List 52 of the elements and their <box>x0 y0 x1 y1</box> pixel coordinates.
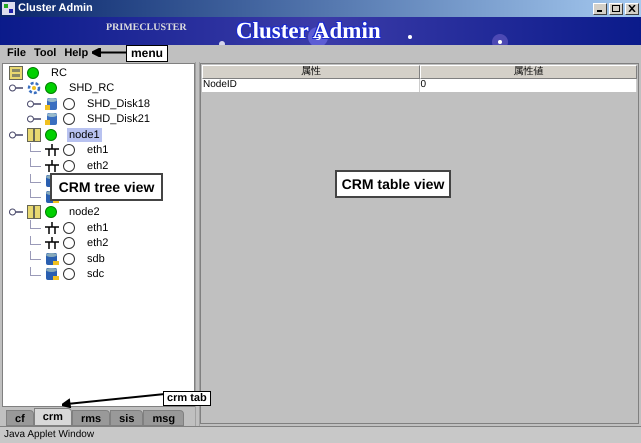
tab[interactable]: msg <box>143 410 184 426</box>
gear-icon <box>27 81 41 96</box>
arrow <box>92 48 126 57</box>
close-icon <box>628 5 636 12</box>
expander-icon[interactable] <box>9 130 23 140</box>
maximize-icon <box>612 5 620 12</box>
minimize-button[interactable] <box>593 2 607 14</box>
expander-icon[interactable] <box>9 83 23 94</box>
tree-item[interactable]: SHD_RC <box>67 81 116 96</box>
tree-connector-icon <box>30 220 41 229</box>
table-cell: 0 <box>420 79 637 92</box>
tree-connector-icon <box>30 189 41 198</box>
menu-item[interactable]: Help <box>64 45 88 62</box>
tree-item[interactable]: node1 <box>67 128 102 142</box>
tab[interactable]: rms <box>72 410 110 426</box>
banner-title: Cluster Admin <box>236 19 381 43</box>
callout-label: menu <box>126 45 168 62</box>
network-icon <box>45 236 59 250</box>
callout-label: CRM tree view <box>50 173 163 201</box>
book-icon <box>27 205 41 220</box>
tree-connector-icon <box>30 251 41 260</box>
tree-item[interactable]: SHD_Disk21 <box>85 112 152 126</box>
tree-connector-icon <box>30 158 41 167</box>
product-name: PRIMECLUSTER <box>106 21 187 35</box>
server-icon <box>9 66 23 80</box>
table-cell: NodeID <box>202 79 420 92</box>
tree-connector-icon <box>30 174 41 182</box>
column-header[interactable]: 属性 <box>202 65 420 79</box>
expander-icon[interactable] <box>9 207 23 218</box>
tab[interactable]: sis <box>110 410 144 426</box>
close-button[interactable] <box>625 2 639 14</box>
expander-icon[interactable] <box>27 114 41 124</box>
app-icon <box>2 2 15 15</box>
network-icon <box>45 143 59 158</box>
book-icon <box>27 128 41 142</box>
tree-connector-icon <box>30 236 41 244</box>
column-header[interactable]: 属性値 <box>420 65 637 79</box>
tab[interactable]: cf <box>6 410 34 426</box>
tree-item[interactable]: SHD_Disk18 <box>85 96 152 111</box>
tree-connector-icon <box>30 266 41 276</box>
menu-item[interactable]: Tool <box>34 45 56 62</box>
tree-connector-icon <box>30 142 41 152</box>
menu-item[interactable]: File <box>7 45 26 62</box>
network-icon <box>45 220 59 235</box>
network-icon <box>45 158 59 173</box>
expander-icon[interactable] <box>27 98 41 109</box>
tab[interactable]: crm <box>34 408 72 426</box>
status-bar: Java Applet Window <box>0 426 641 443</box>
callout-label: crm tab <box>163 391 211 406</box>
window-title: Cluster Admin <box>18 1 93 16</box>
maximize-button[interactable] <box>609 2 623 14</box>
callout-label: CRM table view <box>335 170 451 198</box>
